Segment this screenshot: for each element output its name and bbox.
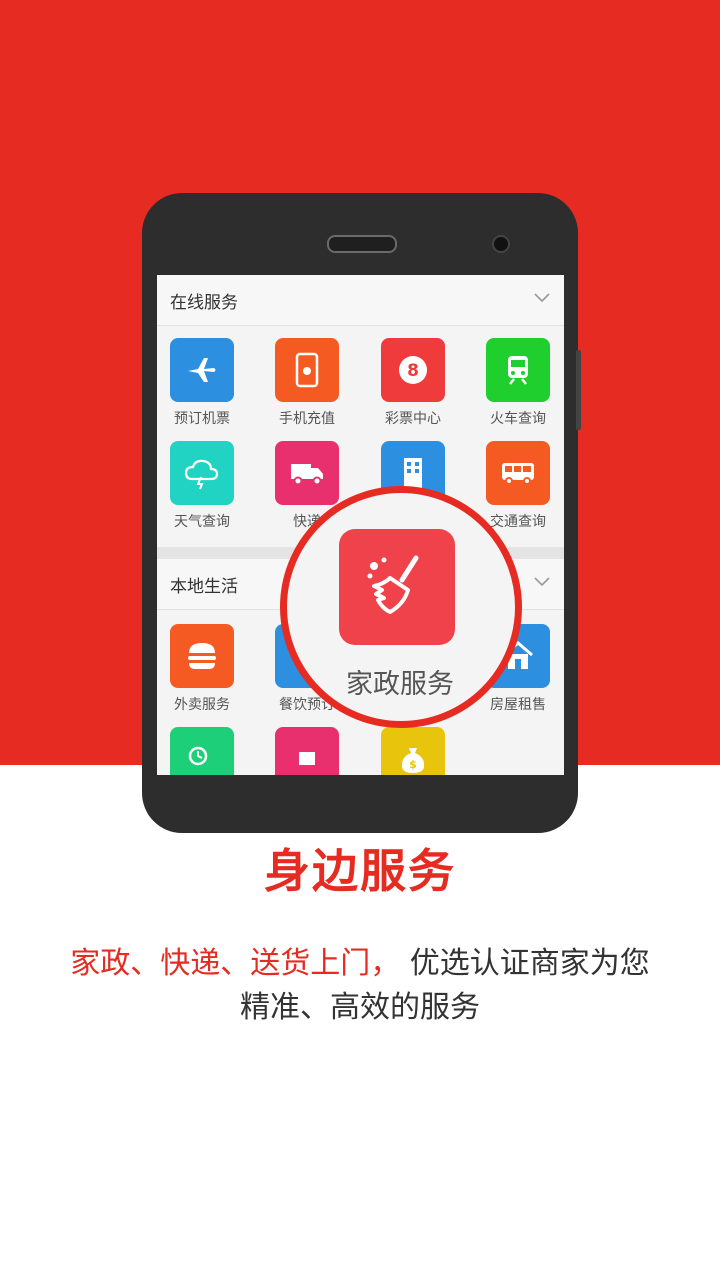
weather-icon (170, 441, 234, 505)
service-label: 彩票中心 (385, 411, 441, 427)
service-tile-transport[interactable]: 交通查询 (486, 441, 550, 531)
service-tile-weather[interactable]: 天气查询 (170, 441, 234, 531)
service-tile-train[interactable]: 火车查询 (486, 338, 550, 428)
chevron-down-icon[interactable] (534, 573, 550, 589)
service-tile-clock-delivery[interactable] (170, 727, 234, 775)
money-bag-icon: $ (381, 727, 445, 775)
service-tile-takeout[interactable]: 外卖服务 (170, 624, 234, 714)
local-life-title: 本地生活 (170, 577, 238, 597)
package-icon (275, 727, 339, 775)
service-tile-lottery[interactable]: 8 彩票中心 (381, 338, 445, 428)
online-services-header[interactable]: 在线服务 (157, 275, 564, 326)
service-tile-package[interactable] (275, 727, 339, 775)
clock-delivery-icon (170, 727, 234, 775)
page-description: 家政、快递、送货上门， 优选认证商家为您 精准、高效的服务 (0, 942, 720, 1030)
svg-text:8: 8 (407, 361, 419, 381)
page-headline: 身边服务 (264, 844, 456, 898)
svg-text:$: $ (409, 758, 417, 771)
airplane-icon (170, 338, 234, 402)
phone-side-button (576, 350, 581, 430)
service-label: 火车查询 (490, 411, 546, 427)
service-tile-money[interactable]: $ (381, 727, 445, 775)
train-icon (486, 338, 550, 402)
service-tile-flights[interactable]: 预订机票 (170, 338, 234, 428)
description-line2: 精准、高效的服务 (240, 990, 480, 1025)
delivery-truck-icon (275, 441, 339, 505)
description-rest: 优选认证商家为您 (400, 946, 650, 981)
phone-speaker (327, 235, 397, 253)
online-services-title: 在线服务 (170, 293, 238, 313)
broom-icon[interactable] (339, 529, 455, 645)
phone-recharge-icon (275, 338, 339, 402)
service-label: 外卖服务 (174, 697, 230, 713)
phone-camera (492, 235, 510, 253)
burger-icon (170, 624, 234, 688)
service-label: 天气查询 (174, 514, 230, 530)
description-highlight: 家政、快递、送货上门， (70, 946, 401, 981)
lottery-icon: 8 (381, 338, 445, 402)
service-tile-recharge[interactable]: 手机充值 (275, 338, 339, 428)
zoom-service-label: 家政服务 (346, 669, 454, 700)
service-label: 预订机票 (174, 411, 230, 427)
chevron-down-icon[interactable] (534, 289, 550, 305)
bus-icon (486, 441, 550, 505)
service-label: 手机充值 (279, 411, 335, 427)
